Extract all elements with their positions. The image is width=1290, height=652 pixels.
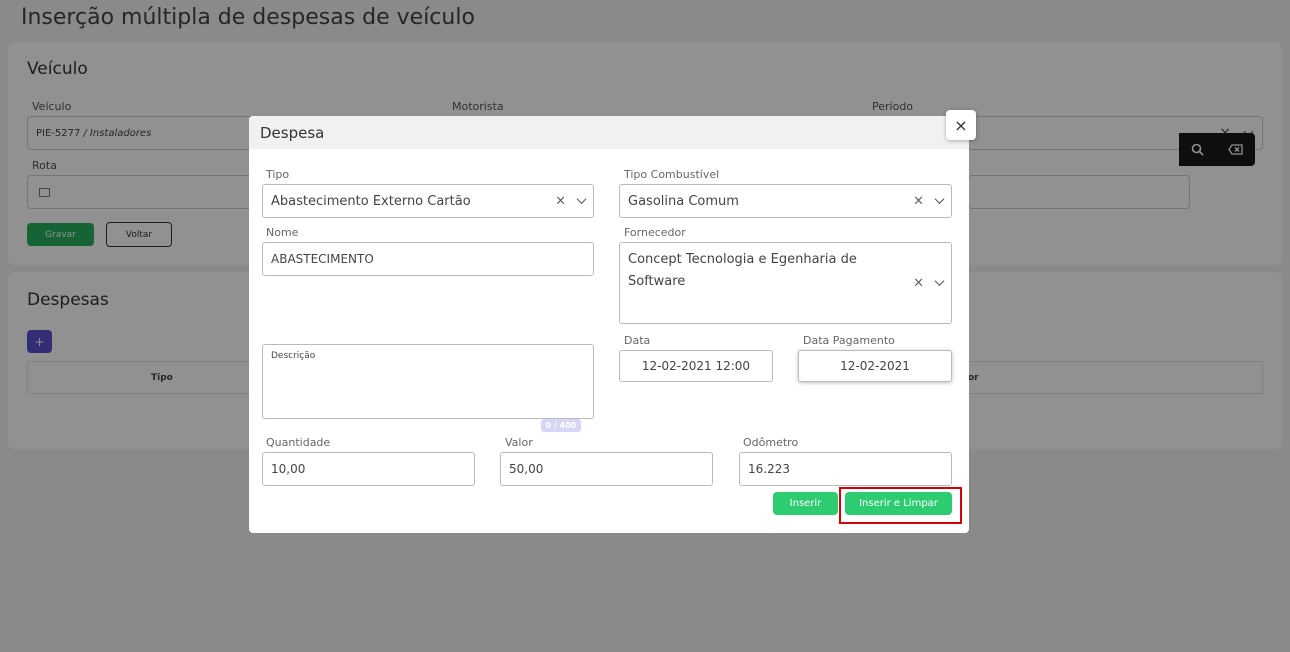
fornecedor-select[interactable]: Concept Tecnologia e Egenharia de Softwa… [619,242,952,324]
nome-value: ABASTECIMENTO [271,252,374,266]
fornecedor-value: Concept Tecnologia e Egenharia de Softwa… [628,252,857,289]
tipo-combustivel-label: Tipo Combustível [624,168,720,181]
close-button[interactable]: × [946,110,976,140]
nome-input[interactable]: ABASTECIMENTO [262,242,594,276]
tipo-select[interactable]: Abastecimento Externo Cartão × [262,184,594,218]
modal-title: Despesa [260,124,325,142]
tipo-clear-icon[interactable]: × [555,194,566,209]
quantidade-input[interactable]: 10,00 [262,452,475,486]
data-pagamento-label: Data Pagamento [803,334,895,347]
nome-label: Nome [266,226,299,239]
data-label: Data [624,334,651,347]
tipo-chevron-down-icon[interactable] [576,194,587,204]
highlight-box [839,487,962,524]
tipo-combustivel-value: Gasolina Comum [628,193,739,209]
valor-input[interactable]: 50,00 [500,452,713,486]
odometro-value: 16.223 [748,462,790,476]
tipo-combustivel-clear-icon[interactable]: × [913,194,924,209]
valor-label: Valor [505,436,533,449]
descricao-label: Descrição [271,351,316,361]
data-pagamento-value: 12-02-2021 [840,359,910,373]
fornecedor-clear-icon[interactable]: × [913,276,924,291]
odometro-input[interactable]: 16.223 [739,452,952,486]
close-icon: × [954,115,968,135]
fornecedor-label: Fornecedor [624,226,686,239]
quantidade-label: Quantidade [266,436,331,449]
valor-value: 50,00 [509,462,544,476]
data-value: 12-02-2021 12:00 [641,359,751,373]
data-input[interactable]: 12-02-2021 12:00 [619,350,773,382]
odometro-label: Odômetro [743,436,799,449]
descricao-char-counter: 0 / 400 [541,419,581,432]
tipo-combustivel-chevron-down-icon[interactable] [934,194,945,204]
fornecedor-chevron-down-icon[interactable] [934,276,945,286]
descricao-textarea[interactable]: Descrição [262,344,594,419]
tipo-label: Tipo [266,168,290,181]
despesa-modal: Despesa × Tipo Abastecimento Externo Car… [249,110,976,533]
data-pagamento-input[interactable]: 12-02-2021 [798,350,952,382]
tipo-value: Abastecimento Externo Cartão [271,193,471,209]
modal-header: Despesa [249,116,969,149]
inserir-button[interactable]: Inserir [773,492,838,515]
quantidade-value: 10,00 [271,462,306,476]
tipo-combustivel-select[interactable]: Gasolina Comum × [619,184,952,218]
